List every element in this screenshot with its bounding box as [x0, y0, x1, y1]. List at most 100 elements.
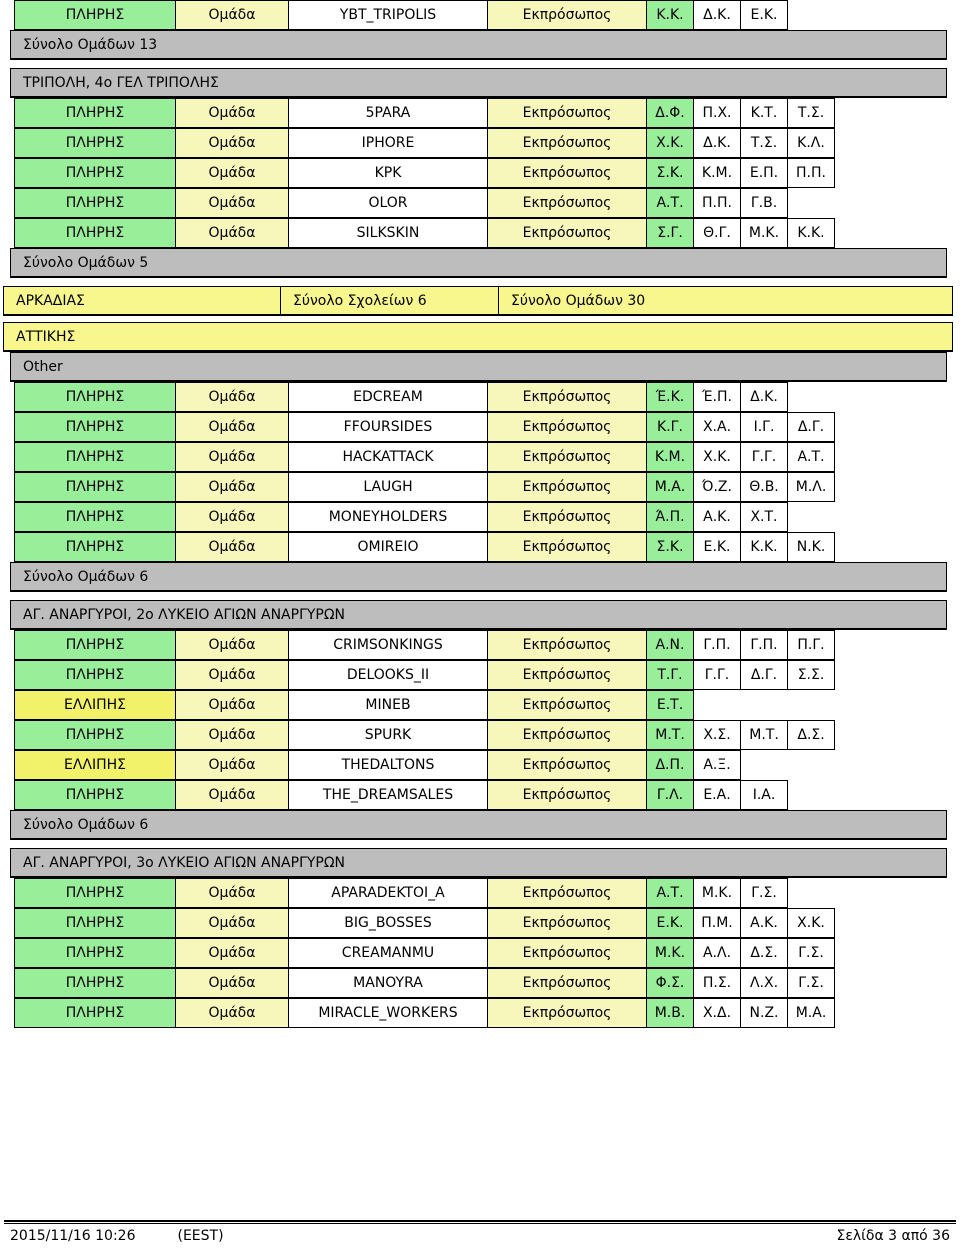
member-initials: Ν.Ζ.: [740, 998, 788, 1028]
team-name: MIRACLE_WORKERS: [288, 998, 488, 1028]
group-summary-bar: Σύνολο Ομάδων 6: [10, 810, 947, 840]
status-badge: ΠΛΗΡΗΣ: [14, 158, 176, 188]
member-initials: Μ.Α.: [787, 998, 835, 1028]
representative-label: Εκπρόσωπος: [487, 412, 647, 442]
member-initials: Μ.Κ.: [693, 878, 741, 908]
representative-initials: Χ.Κ.: [646, 128, 694, 158]
representative-label: Εκπρόσωπος: [487, 472, 647, 502]
representative-initials: Κ.Μ.: [646, 442, 694, 472]
representative-label: Εκπρόσωπος: [487, 750, 647, 780]
table-row: ΠΛΗΡΗΣ Ομάδα MIRACLE_WORKERS Εκπρόσωπος Μ.Β.…: [14, 998, 960, 1028]
member-initials: Α.Τ.: [787, 442, 835, 472]
team-label: Ομάδα: [175, 98, 289, 128]
representative-initials: Α.Τ.: [646, 878, 694, 908]
member-initials: Δ.Γ.: [740, 660, 788, 690]
region-header-bar: ΑΤΤΙΚΗΣ: [3, 322, 953, 352]
representative-initials: Σ.Κ.: [646, 532, 694, 562]
team-label: Ομάδα: [175, 630, 289, 660]
team-name: HACKATTACK: [288, 442, 488, 472]
representative-initials: Δ.Π.: [646, 750, 694, 780]
group-summary-label: Σύνολο Ομάδων 6: [23, 568, 149, 585]
member-initials: Θ.Γ.: [693, 218, 741, 248]
member-initials: Σ.Σ.: [787, 660, 835, 690]
team-label: Ομάδα: [175, 968, 289, 998]
group-summary-bar: ΤΡΙΠΟΛΗ, 4ο ΓΕΛ ΤΡΙΠΟΛΗΣ: [10, 68, 947, 98]
report-rows: ΠΛΗΡΗΣ Ομάδα YBT_TRIPOLIS Εκπρόσωπος Κ.Κ. Δ.Κ…: [0, 0, 960, 1028]
table-row: ΠΛΗΡΗΣ Ομάδα OMIREIO Εκπρόσωπος Σ.Κ. Ε.Κ. Κ.Κ.…: [14, 532, 960, 562]
team-name: BIG_BOSSES: [288, 908, 488, 938]
representative-initials: Α.Ν.: [646, 630, 694, 660]
table-row: ΠΛΗΡΗΣ Ομάδα HACKATTACK Εκπρόσωπος Κ.Μ. Χ.Κ. Γ…: [14, 442, 960, 472]
representative-label: Εκπρόσωπος: [487, 690, 647, 720]
table-row: ΠΛΗΡΗΣ Ομάδα SPURK Εκπρόσωπος Μ.Τ. Χ.Σ. Μ.Τ. Δ.…: [14, 720, 960, 750]
status-badge: ΠΛΗΡΗΣ: [14, 98, 176, 128]
table-row: ΠΛΗΡΗΣ Ομάδα BIG_BOSSES Εκπρόσωπος Ε.Κ. Π.Μ. Α…: [14, 908, 960, 938]
team-name: CREAMANMU: [288, 938, 488, 968]
team-name: MANOYRA: [288, 968, 488, 998]
team-label: Ομάδα: [175, 780, 289, 810]
member-initials: Δ.Σ.: [740, 938, 788, 968]
member-initials: Γ.Γ.: [693, 660, 741, 690]
team-name: OMIREIO: [288, 532, 488, 562]
group-summary-bar: ΑΓ. ΑΝΑΡΓΥΡΟΙ, 3ο ΛΥΚΕΙΟ ΑΓΙΩΝ ΑΝΑΡΓΥΡΩΝ: [10, 848, 947, 878]
footer-rule-top: [4, 1220, 956, 1222]
row-spacer: [0, 592, 960, 600]
member-initials: Π.Σ.: [693, 968, 741, 998]
team-label: Ομάδα: [175, 0, 289, 30]
member-initials: Δ.Κ.: [693, 128, 741, 158]
table-row: ΠΛΗΡΗΣ Ομάδα SILKSKIN Εκπρόσωπος Σ.Γ. Θ.Γ. Μ.Κ…: [14, 218, 960, 248]
status-badge: ΠΛΗΡΗΣ: [14, 908, 176, 938]
representative-initials: Μ.Α.: [646, 472, 694, 502]
member-initials: Γ.Σ.: [787, 938, 835, 968]
table-row: ΠΛΗΡΗΣ Ομάδα APARADEKTOI_A Εκπρόσωπος Α.Τ. Μ.…: [14, 878, 960, 908]
member-initials: Ε.Α.: [693, 780, 741, 810]
team-label: Ομάδα: [175, 660, 289, 690]
row-spacer: [0, 840, 960, 848]
status-badge: ΕΛΛΙΠΗΣ: [14, 690, 176, 720]
table-row: ΠΛΗΡΗΣ Ομάδα LAUGH Εκπρόσωπος Μ.Α. Ό.Ζ. Θ.Β. Μ.…: [14, 472, 960, 502]
member-initials: Α.Κ.: [693, 502, 741, 532]
member-initials: Κ.Μ.: [693, 158, 741, 188]
representative-label: Εκπρόσωπος: [487, 188, 647, 218]
team-label: Ομάδα: [175, 382, 289, 412]
table-row: ΕΛΛΙΠΗΣ Ομάδα THEDALTONS Εκπρόσωπος Δ.Π. Α.Ξ.: [14, 750, 960, 780]
group-summary-label: ΑΓ. ΑΝΑΡΓΥΡΟΙ, 2ο ΛΥΚΕΙΟ ΑΓΙΩΝ ΑΝΑΡΓΥΡΩΝ: [23, 606, 346, 623]
member-initials: Χ.Τ.: [740, 502, 788, 532]
representative-label: Εκπρόσωπος: [487, 998, 647, 1028]
table-row: ΠΛΗΡΗΣ Ομάδα KPK Εκπρόσωπος Σ.Κ. Κ.Μ. Ε.Π. Π.Π.: [14, 158, 960, 188]
status-badge: ΠΛΗΡΗΣ: [14, 630, 176, 660]
table-row: ΠΛΗΡΗΣ Ομάδα CREAMANMU Εκπρόσωπος Μ.Κ. Α.Λ. Δ.…: [14, 938, 960, 968]
status-badge: ΠΛΗΡΗΣ: [14, 998, 176, 1028]
member-initials: Γ.Σ.: [787, 968, 835, 998]
member-initials: Χ.Κ.: [693, 442, 741, 472]
footer-timestamp: 2015/11/16 10:26: [10, 1228, 136, 1244]
group-summary-bar: Σύνολο Ομάδων 6: [10, 562, 947, 592]
representative-initials: Σ.Κ.: [646, 158, 694, 188]
representative-initials: Γ.Λ.: [646, 780, 694, 810]
status-badge: ΠΛΗΡΗΣ: [14, 412, 176, 442]
representative-label: Εκπρόσωπος: [487, 218, 647, 248]
team-name: EDCREAM: [288, 382, 488, 412]
team-label: Ομάδα: [175, 908, 289, 938]
team-label: Ομάδα: [175, 472, 289, 502]
table-row: ΠΛΗΡΗΣ Ομάδα FFOURSIDES Εκπρόσωπος Κ.Γ. Χ.Α. Ι…: [14, 412, 960, 442]
member-initials: Κ.Λ.: [787, 128, 835, 158]
member-initials: Γ.Σ.: [740, 878, 788, 908]
representative-initials: Φ.Σ.: [646, 968, 694, 998]
representative-label: Εκπρόσωπος: [487, 908, 647, 938]
team-label: Ομάδα: [175, 158, 289, 188]
representative-label: Εκπρόσωπος: [487, 532, 647, 562]
member-initials: Π.Π.: [693, 188, 741, 218]
member-initials: Ό.Ζ.: [693, 472, 741, 502]
member-initials: Α.Λ.: [693, 938, 741, 968]
representative-label: Εκπρόσωπος: [487, 158, 647, 188]
table-row: ΠΛΗΡΗΣ Ομάδα MANOYRA Εκπρόσωπος Φ.Σ. Π.Σ. Λ.Χ.…: [14, 968, 960, 998]
team-label: Ομάδα: [175, 938, 289, 968]
group-summary-bar: Σύνολο Ομάδων 5: [10, 248, 947, 278]
representative-label: Εκπρόσωπος: [487, 780, 647, 810]
member-initials: Τ.Σ.: [740, 128, 788, 158]
representative-initials: Ά.Π.: [646, 502, 694, 532]
row-spacer: [0, 60, 960, 68]
representative-label: Εκπρόσωπος: [487, 98, 647, 128]
status-badge: ΠΛΗΡΗΣ: [14, 472, 176, 502]
